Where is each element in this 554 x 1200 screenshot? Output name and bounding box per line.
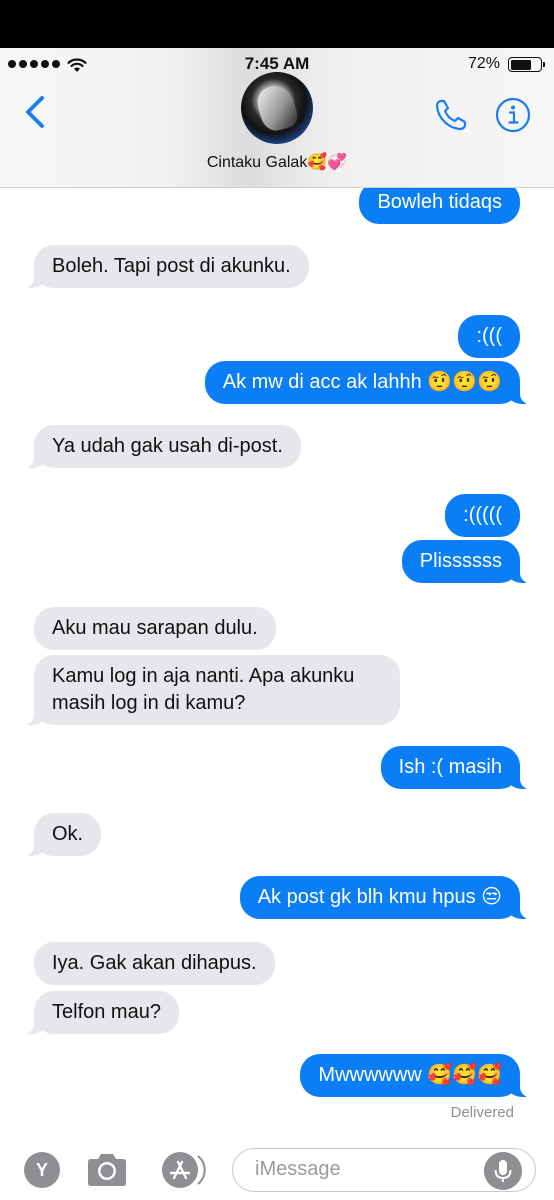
microphone-icon[interactable]: [484, 1152, 522, 1190]
message-bubble-incoming[interactable]: Iya. Gak akan dihapus.: [34, 942, 275, 985]
app-drawer-y-icon[interactable]: Y: [24, 1152, 60, 1188]
message-bubble-incoming[interactable]: Boleh. Tapi post di akunku.: [24, 245, 309, 288]
message-bubble-outgoing[interactable]: :(((((: [445, 494, 520, 537]
top-black-bar: [0, 0, 554, 48]
delivered-status: Delivered: [450, 1104, 514, 1121]
info-icon[interactable]: [494, 96, 532, 134]
phone-icon[interactable]: [432, 96, 470, 134]
message-bubble-incoming[interactable]: Kamu log in aja nanti. Apa akunku masih …: [24, 655, 400, 725]
camera-icon[interactable]: [84, 1150, 130, 1190]
contact-avatar[interactable]: [241, 72, 313, 144]
message-bubble-outgoing[interactable]: Mwwwwww 🥰🥰🥰: [300, 1054, 530, 1097]
message-bubble-incoming[interactable]: Ok.: [23, 813, 102, 856]
app-store-icon[interactable]: [158, 1150, 208, 1190]
message-bubble-outgoing[interactable]: Ak post gk blh kmu hpus 😒: [239, 876, 531, 919]
back-chevron-icon[interactable]: [20, 92, 50, 132]
message-bubble-outgoing[interactable]: Ak mw di acc ak lahhh 🤨🤨🤨: [204, 361, 531, 404]
battery-percentage: 72%: [467, 55, 500, 72]
message-bubble-outgoing[interactable]: Ish :( masih: [380, 746, 531, 789]
message-bubble-outgoing[interactable]: Plissssss: [401, 540, 531, 583]
message-bubble-incoming[interactable]: Telfon mau?: [24, 991, 179, 1034]
message-bubble-outgoing[interactable]: :(((: [458, 315, 520, 358]
message-bubble-incoming[interactable]: Aku mau sarapan dulu.: [34, 607, 276, 650]
battery-icon: [508, 57, 545, 72]
message-composer: Y iMessage: [0, 1136, 554, 1200]
message-bubble-incoming[interactable]: Ya udah gak usah di-post.: [24, 425, 301, 468]
contact-name[interactable]: Cintaku Galak🥰💞: [0, 152, 554, 172]
conversation-header: 7:45 AM 72% Cintaku Galak🥰💞: [0, 48, 554, 188]
